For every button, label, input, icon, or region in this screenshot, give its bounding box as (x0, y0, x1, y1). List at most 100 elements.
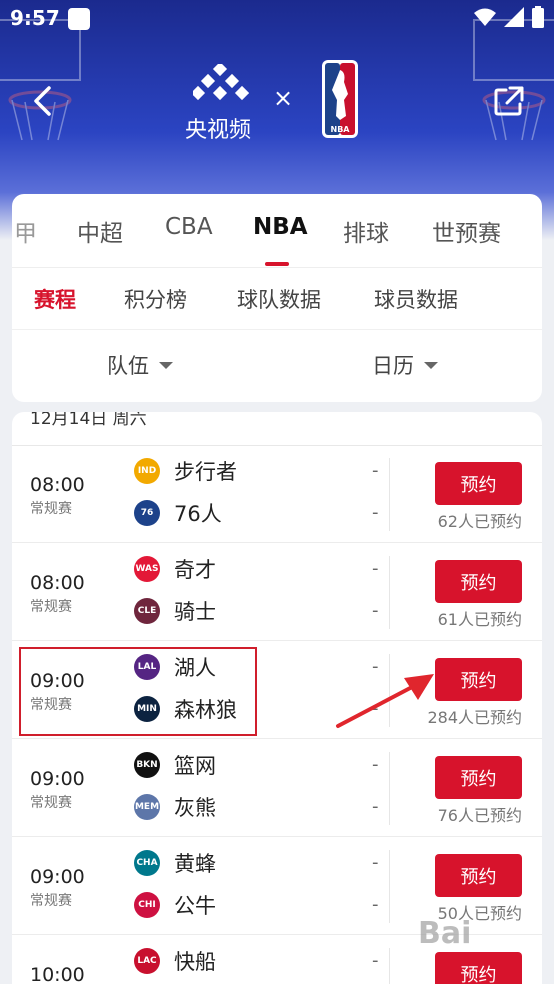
tab-csl[interactable]: 中超 (77, 214, 123, 248)
reserve-button[interactable]: 预约 (435, 756, 522, 799)
signal-icon (504, 7, 524, 27)
caret-down-icon (424, 361, 438, 369)
subtab-schedule[interactable]: 赛程 (34, 284, 76, 314)
home-score: - (372, 754, 379, 775)
nba-logo-icon: NBA (322, 60, 358, 138)
home-team: BKN 篮网 (134, 750, 216, 780)
reserve-button[interactable]: 预约 (435, 658, 522, 701)
game-time: 09:00 (30, 866, 85, 888)
away-team: CLE 骑士 (134, 596, 216, 626)
category-card: 甲 中超 CBA NBA 排球 世预赛 赛程 积分榜 球队数据 球员数据 队伍 … (12, 194, 542, 402)
away-team: CHI 公牛 (134, 890, 216, 920)
reserve-button[interactable]: 预约 (435, 560, 522, 603)
home-team-name: 篮网 (174, 754, 216, 778)
game-time: 08:00 (30, 474, 85, 496)
game-time: 08:00 (30, 572, 85, 594)
subtab-standings[interactable]: 积分榜 (124, 284, 187, 314)
battery-icon (532, 6, 544, 28)
away-score: - (372, 894, 379, 915)
game-stage: 常规赛 (30, 795, 72, 811)
away-team-name: 骑士 (174, 600, 216, 624)
status-bar: 9:57 (0, 0, 554, 38)
game-stage: 常规赛 (30, 599, 72, 615)
league-tabs: 甲 中超 CBA NBA 排球 世预赛 (12, 194, 542, 268)
highlight-box (19, 647, 257, 736)
date-header: 12月14日 周六 (30, 412, 147, 429)
home-team-logo-icon: LAC (134, 948, 160, 974)
home-team-logo-icon: BKN (134, 752, 160, 778)
away-team-name: 公牛 (174, 894, 216, 918)
tab-cba[interactable]: CBA (165, 214, 213, 240)
column-divider (389, 948, 390, 984)
away-team-logo-icon: 76 (134, 500, 160, 526)
home-team-name: 步行者 (174, 460, 237, 484)
brand-lockup: 央视频 × NBA (185, 60, 375, 143)
tab-volleyball[interactable]: 排球 (343, 214, 389, 248)
system-icons (474, 6, 544, 28)
home-team-name: 奇才 (174, 558, 216, 582)
game-stage: 常规赛 (30, 893, 72, 909)
reserve-button[interactable]: 预约 (435, 854, 522, 897)
column-divider (389, 752, 390, 825)
game-time: 10:00 (30, 964, 85, 984)
home-score: - (372, 950, 379, 971)
reserve-button[interactable]: 预约 (435, 952, 522, 984)
annotation-arrow-icon (336, 674, 434, 728)
reservation-count: 284人已预约 (427, 708, 522, 727)
home-score: - (372, 852, 379, 873)
wifi-icon (474, 8, 496, 26)
reservation-count: 61人已预约 (437, 610, 522, 629)
home-team: IND 步行者 (134, 456, 237, 486)
subtab-team-stats[interactable]: 球队数据 (237, 284, 321, 314)
home-score: - (372, 460, 379, 481)
calendar-filter-label: 日历 (372, 354, 414, 378)
cctv-video-logo-icon (193, 64, 249, 101)
team-filter[interactable]: 队伍 (107, 350, 173, 380)
away-score: - (372, 600, 379, 621)
subtab-player-stats[interactable]: 球员数据 (374, 284, 458, 314)
home-team-name: 黄蜂 (174, 852, 216, 876)
caret-down-icon (159, 361, 173, 369)
watermark: Bai (418, 916, 472, 951)
sub-tabs: 赛程 积分榜 球队数据 球员数据 (12, 268, 542, 330)
away-team-logo-icon: MEM (134, 794, 160, 820)
home-team-logo-icon: WAS (134, 556, 160, 582)
team-filter-label: 队伍 (107, 354, 149, 378)
game-time: 09:00 (30, 768, 85, 790)
game-row[interactable]: 08:00 常规赛 WAS 奇才 CLE 骑士 - - 预约 61人已预约 (12, 544, 542, 641)
status-time: 9:57 (10, 6, 60, 30)
reserve-button[interactable]: 预约 (435, 462, 522, 505)
tab-partial[interactable]: 甲 (14, 214, 37, 248)
home-team-logo-icon: IND (134, 458, 160, 484)
column-divider (389, 850, 390, 923)
tab-indicator (265, 262, 289, 266)
tab-world-qualifier[interactable]: 世预赛 (432, 214, 501, 248)
away-team: MEM 灰熊 (134, 792, 216, 822)
column-divider (389, 458, 390, 531)
reservation-count: 62人已预约 (437, 512, 522, 531)
home-team: LAC 快船 (134, 946, 216, 976)
away-team-logo-icon: CHI (134, 892, 160, 918)
away-team-name: 灰熊 (174, 796, 216, 820)
away-score: - (372, 796, 379, 817)
home-team: WAS 奇才 (134, 554, 216, 584)
home-team-name: 快船 (174, 950, 216, 974)
home-team: CHA 黄蜂 (134, 848, 216, 878)
times-sign: × (273, 84, 294, 112)
away-team: 76 76人 (134, 498, 222, 528)
filter-bar: 队伍 日历 (12, 330, 542, 402)
column-divider (389, 556, 390, 629)
away-team-name: 76人 (174, 502, 222, 526)
calendar-filter[interactable]: 日历 (372, 350, 438, 380)
nba-logo-text: NBA (331, 125, 351, 134)
brand-name: 央视频 (185, 118, 252, 143)
back-arrow-icon[interactable] (26, 84, 60, 118)
away-team-logo-icon: CLE (134, 598, 160, 624)
home-score: - (372, 558, 379, 579)
tab-nba[interactable]: NBA (253, 214, 308, 240)
game-stage: 常规赛 (30, 501, 72, 517)
game-row[interactable]: 09:00 常规赛 BKN 篮网 MEM 灰熊 - - 预约 76人已预约 (12, 740, 542, 837)
home-team-logo-icon: CHA (134, 850, 160, 876)
game-row[interactable]: 08:00 常规赛 IND 步行者 76 76人 - - 预约 62人已预约 (12, 446, 542, 543)
share-icon[interactable] (492, 84, 526, 118)
